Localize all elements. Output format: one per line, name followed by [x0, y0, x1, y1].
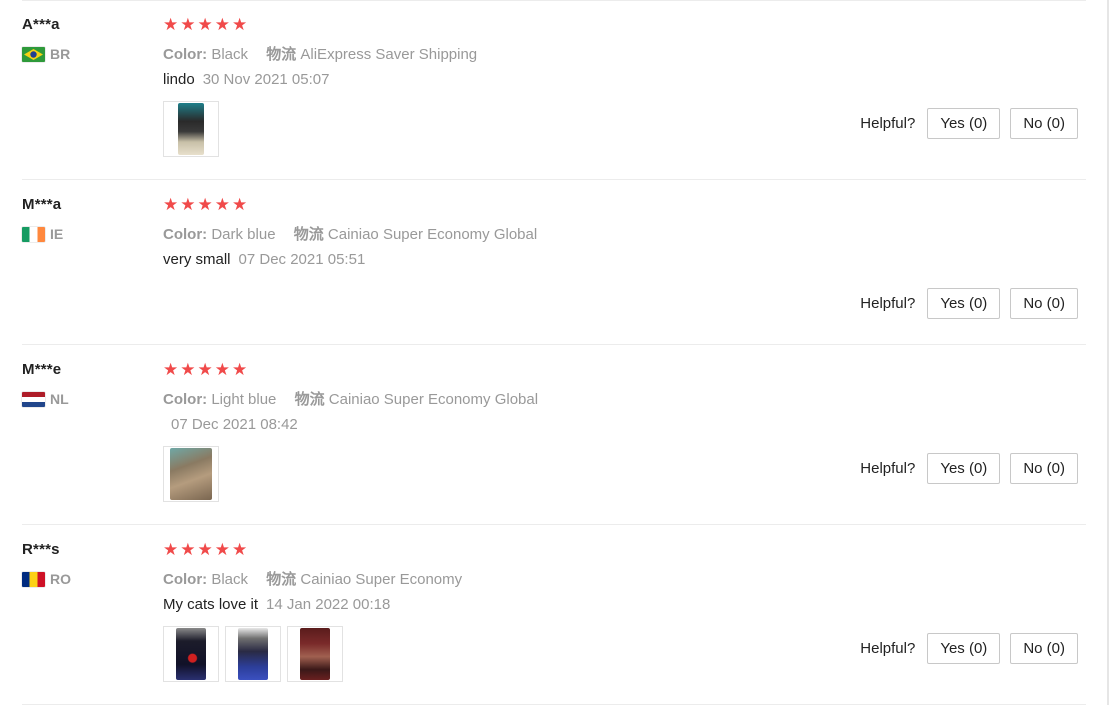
review-meta: Color: Black 物流 AliExpress Saver Shippin… — [163, 43, 477, 64]
review-meta: Color: Light blue 物流 Cainiao Super Econo… — [163, 388, 538, 409]
helpful-label: Helpful? — [860, 640, 916, 657]
review-meta: Color: Black 物流 Cainiao Super Economy — [163, 568, 462, 589]
review-photos — [163, 101, 219, 157]
flag-ireland-icon — [22, 226, 45, 242]
shipping-label: 物流 — [266, 571, 297, 588]
star-icon: ★ — [163, 360, 179, 379]
country-code: NL — [50, 391, 69, 407]
star-icon: ★ — [232, 360, 248, 379]
flag-romania-icon — [22, 571, 45, 587]
review-photos — [163, 446, 219, 502]
color-value: Black — [211, 571, 249, 588]
reviewer-country: IE — [22, 226, 63, 242]
star-icon: ★ — [214, 15, 230, 34]
review-photo-thumbnail[interactable] — [163, 101, 219, 157]
review-item: R***s RO ★ ★ ★ ★ ★ Color: Black 物流 Cainiao S… — [22, 525, 1086, 705]
shipping-value: Cainiao Super Economy Global — [327, 226, 538, 243]
helpful-label: Helpful? — [860, 460, 916, 477]
feedback-text: My cats love it — [163, 596, 259, 613]
star-icon: ★ — [163, 15, 179, 34]
flag-netherlands-icon — [22, 391, 45, 407]
review-item: A***a BR ★ ★ ★ ★ ★ Color: Black 物流 AliExpres… — [22, 0, 1086, 180]
color-value: Light blue — [211, 391, 277, 408]
star-icon: ★ — [180, 15, 196, 34]
color-label: Color: — [163, 46, 208, 63]
star-icon: ★ — [214, 540, 230, 559]
review-photos — [163, 626, 343, 682]
review-feedback: 07 Dec 2021 08:42 — [163, 416, 298, 433]
reviewer-country: RO — [22, 571, 71, 587]
review-item: M***e NL ★ ★ ★ ★ ★ Color: Light blue 物流 Cain… — [22, 345, 1086, 525]
star-icon: ★ — [197, 195, 213, 214]
helpful-yes-button[interactable]: Yes (0) — [927, 453, 1001, 484]
star-icon: ★ — [214, 360, 230, 379]
reviewer-name: R***s — [22, 541, 60, 558]
star-icon: ★ — [232, 195, 248, 214]
review-feedback: My cats love it 14 Jan 2022 00:18 — [163, 596, 390, 613]
rating-stars: ★ ★ ★ ★ ★ — [163, 361, 247, 379]
helpful-no-button[interactable]: No (0) — [1010, 288, 1078, 319]
star-icon: ★ — [163, 540, 179, 559]
review-date: 30 Nov 2021 05:07 — [202, 71, 330, 88]
helpful-yes-button[interactable]: Yes (0) — [927, 288, 1001, 319]
color-value: Dark blue — [211, 226, 276, 243]
reviewer-name: M***a — [22, 196, 62, 213]
review-photo-thumbnail[interactable] — [163, 446, 219, 502]
star-icon: ★ — [197, 360, 213, 379]
rating-stars: ★ ★ ★ ★ ★ — [163, 196, 247, 214]
review-date: 07 Dec 2021 05:51 — [238, 251, 366, 268]
helpful-label: Helpful? — [860, 295, 916, 312]
review-feedback: very small 07 Dec 2021 05:51 — [163, 251, 365, 268]
review-photo-thumbnail[interactable] — [163, 626, 219, 682]
color-label: Color: — [163, 571, 208, 588]
star-icon: ★ — [197, 540, 213, 559]
shipping-label: 物流 — [294, 391, 325, 408]
review-feedback: lindo 30 Nov 2021 05:07 — [163, 71, 329, 88]
star-icon: ★ — [214, 195, 230, 214]
shipping-label: 物流 — [293, 226, 324, 243]
reviewer-name: A***a — [22, 16, 60, 33]
flag-brazil-icon — [22, 46, 45, 62]
star-icon: ★ — [232, 540, 248, 559]
star-icon: ★ — [163, 195, 179, 214]
country-code: BR — [50, 46, 71, 62]
review-meta: Color: Dark blue 物流 Cainiao Super Econom… — [163, 223, 537, 244]
helpful-yes-button[interactable]: Yes (0) — [927, 108, 1001, 139]
country-code: IE — [50, 226, 64, 242]
star-icon: ★ — [180, 540, 196, 559]
star-icon: ★ — [180, 360, 196, 379]
shipping-label: 物流 — [266, 46, 297, 63]
helpful-votes: Helpful? Yes (0) No (0) — [860, 453, 1078, 484]
rating-stars: ★ ★ ★ ★ ★ — [163, 16, 247, 34]
helpful-votes: Helpful? Yes (0) No (0) — [860, 108, 1078, 139]
shipping-value: AliExpress Saver Shipping — [300, 46, 478, 63]
review-photo-thumbnail[interactable] — [225, 626, 281, 682]
feedback-text: lindo — [163, 71, 195, 88]
helpful-no-button[interactable]: No (0) — [1010, 108, 1078, 139]
helpful-votes: Helpful? Yes (0) No (0) — [860, 633, 1078, 664]
reviewer-country: BR — [22, 46, 70, 62]
rating-stars: ★ ★ ★ ★ ★ — [163, 541, 247, 559]
star-icon: ★ — [197, 15, 213, 34]
star-icon: ★ — [232, 15, 248, 34]
review-date: 14 Jan 2022 00:18 — [266, 596, 391, 613]
helpful-label: Helpful? — [860, 115, 916, 132]
reviewer-country: NL — [22, 391, 69, 407]
color-label: Color: — [163, 226, 208, 243]
review-photo-thumbnail[interactable] — [287, 626, 343, 682]
country-code: RO — [50, 571, 71, 587]
feedback-text: very small — [163, 251, 231, 268]
helpful-votes: Helpful? Yes (0) No (0) — [860, 288, 1078, 319]
helpful-no-button[interactable]: No (0) — [1010, 633, 1078, 664]
shipping-value: Cainiao Super Economy Global — [328, 391, 539, 408]
review-item: M***a IE ★ ★ ★ ★ ★ Color: Dark blue 物流 Caini… — [22, 180, 1086, 345]
shipping-value: Cainiao Super Economy — [300, 571, 463, 588]
helpful-yes-button[interactable]: Yes (0) — [927, 633, 1001, 664]
helpful-no-button[interactable]: No (0) — [1010, 453, 1078, 484]
reviewer-name: M***e — [22, 361, 62, 378]
color-value: Black — [211, 46, 249, 63]
color-label: Color: — [163, 391, 208, 408]
review-date: 07 Dec 2021 08:42 — [171, 416, 298, 433]
star-icon: ★ — [180, 195, 196, 214]
